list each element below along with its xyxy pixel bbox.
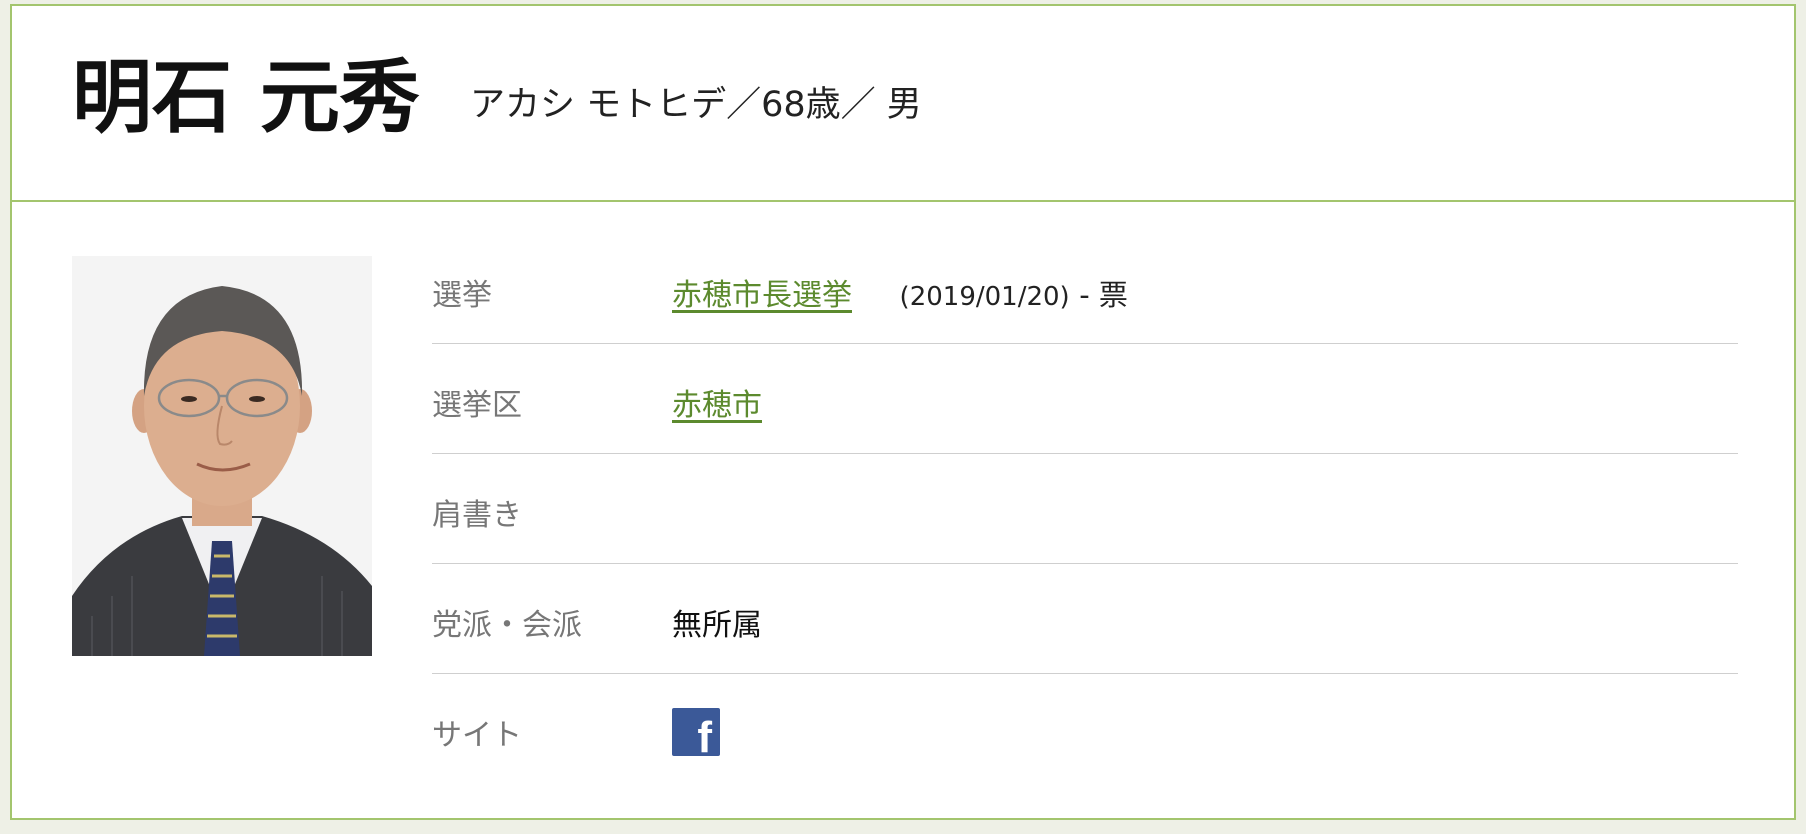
district-value: 赤穂市 xyxy=(672,380,762,424)
candidate-photo xyxy=(72,256,372,656)
party-value: 無所属 xyxy=(672,608,762,643)
candidate-card: 明石 元秀 アカシ モトヒデ／68歳／ 男 選挙 赤穂市長選挙 (2019/01… xyxy=(10,4,1796,820)
candidate-info: アカシ モトヒデ／68歳／ 男 xyxy=(470,85,922,125)
title-label: 肩書き xyxy=(432,498,522,533)
site-label: サイト xyxy=(432,718,522,753)
facebook-icon[interactable]: f xyxy=(672,708,720,760)
election-date: (2019/01/20) xyxy=(899,282,1070,312)
candidate-details: 選挙 赤穂市長選挙 (2019/01/20) - 票 選挙区 赤穂市 肩書き 党… xyxy=(432,234,1738,784)
election-votes: - 票 xyxy=(1079,278,1128,312)
election-link[interactable]: 赤穂市長選挙 xyxy=(672,278,852,313)
election-label: 選挙 xyxy=(432,278,492,313)
party-label: 党派・会派 xyxy=(432,608,582,643)
district-row: 選挙区 赤穂市 xyxy=(432,344,1738,454)
district-link[interactable]: 赤穂市 xyxy=(672,388,762,423)
site-row: サイト f xyxy=(432,674,1738,784)
title-row: 肩書き xyxy=(432,454,1738,564)
district-label: 選挙区 xyxy=(432,388,522,423)
election-row: 選挙 赤穂市長選挙 (2019/01/20) - 票 xyxy=(432,234,1738,344)
candidate-header: 明石 元秀 アカシ モトヒデ／68歳／ 男 xyxy=(12,6,1794,202)
candidate-name: 明石 元秀 xyxy=(72,51,420,144)
party-row: 党派・会派 無所属 xyxy=(432,564,1738,674)
election-value: 赤穂市長選挙 (2019/01/20) - 票 xyxy=(672,270,1128,314)
